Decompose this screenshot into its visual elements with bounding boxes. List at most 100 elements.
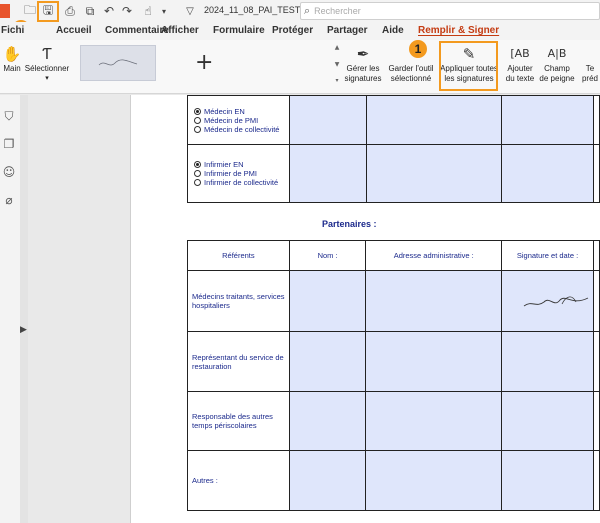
menu-partager[interactable]: Partager: [327, 25, 368, 36]
attachment-icon[interactable]: ⌀: [2, 193, 16, 207]
menu-commentaire[interactable]: Commentaire: [105, 25, 169, 36]
menu-accueil[interactable]: Accueil: [56, 25, 92, 36]
comb-field-button[interactable]: A|B Champ de peigne: [537, 44, 577, 84]
predefined-text-button[interactable]: Te préd: [580, 44, 600, 84]
form-field-adresse[interactable]: [365, 331, 503, 392]
expand-panel-icon[interactable]: ▶: [20, 325, 27, 335]
signature-scroller[interactable]: ▲ ▼ ▾: [333, 44, 341, 84]
menu-remplir-signer[interactable]: Remplir & Signer: [418, 25, 499, 36]
select-tool-button[interactable]: Ƭ Sélectionner ▾: [24, 44, 70, 84]
form-field-nom[interactable]: [288, 144, 367, 203]
form-field-nom[interactable]: [288, 95, 367, 145]
form-field-adresse[interactable]: [365, 270, 503, 332]
table-header-row: Référents Nom : Adresse administrative :…: [187, 240, 600, 271]
form-field-adresse[interactable]: [365, 95, 503, 145]
table-cell-edge: [592, 95, 600, 145]
form-field-signature[interactable]: [501, 391, 594, 451]
predefined-text-icon: [588, 44, 593, 64]
column-header: Référents: [187, 240, 290, 271]
radio-option[interactable]: Médecin EN: [194, 107, 283, 116]
saved-signature-thumbnail[interactable]: [80, 45, 156, 81]
menu-formulaire[interactable]: Formulaire: [213, 25, 265, 36]
form-field-signature[interactable]: [501, 95, 594, 145]
form-field-adresse[interactable]: [365, 450, 503, 511]
radio-label: Infirmier EN: [204, 160, 244, 169]
form-field-nom[interactable]: [288, 450, 367, 511]
keep-tool-label-1: Garder l'outil: [388, 64, 434, 73]
radio-option[interactable]: Infirmier de collectivité: [194, 178, 283, 187]
signature-scribble-icon: [98, 59, 138, 66]
form-field-signature[interactable]: [501, 144, 594, 203]
redo-icon[interactable]: ↷: [119, 3, 135, 19]
search-input[interactable]: [314, 6, 515, 16]
table-row: Infirmier EN Infirmier de PMI Infirmier …: [187, 144, 600, 203]
menu-proteger[interactable]: Protéger: [272, 25, 313, 36]
table-cell-edge: [593, 331, 600, 392]
menu-bar: Fichi Accueil Commentaire Afficher Formu…: [0, 22, 600, 40]
partners-heading: Partenaires :: [322, 219, 377, 229]
radio-option[interactable]: Médecin de PMI: [194, 116, 283, 125]
pages-icon[interactable]: ❐: [2, 137, 16, 151]
table-cell-edge: [593, 270, 600, 332]
radio-option[interactable]: Infirmier de PMI: [194, 169, 283, 178]
title-bar: 🗀 🖫 ⎙ ⧉ ↶ ↷ ☝ ▾ ▽ 2024_11_08_PAI_TESTSIG…: [0, 0, 600, 22]
form-field-nom[interactable]: [288, 331, 367, 392]
form-field-nom[interactable]: [288, 270, 367, 332]
copy-icon[interactable]: ⧉: [82, 3, 98, 19]
add-signature-button[interactable]: +: [195, 50, 213, 75]
predefined-label-2: préd: [581, 74, 598, 83]
radio-unchecked-icon: [194, 125, 201, 133]
table-cell-edge: [593, 240, 600, 271]
partners-table: Référents Nom : Adresse administrative :…: [187, 240, 600, 511]
form-field-signature[interactable]: [501, 450, 594, 511]
panel-splitter[interactable]: [20, 95, 28, 523]
radio-label: Infirmier de PMI: [204, 169, 257, 178]
search-box[interactable]: ⌕: [300, 2, 600, 20]
print-icon[interactable]: ⎙: [62, 3, 78, 19]
undo-icon[interactable]: ↶: [101, 3, 117, 19]
radio-label: Médecin de PMI: [204, 115, 259, 125]
form-field-nom[interactable]: [288, 391, 367, 451]
row-label: Autres :: [187, 450, 290, 511]
scroll-up-icon[interactable]: ▲: [335, 44, 340, 51]
radio-option[interactable]: Infirmier EN: [194, 160, 283, 169]
menu-aide[interactable]: Aide: [382, 25, 404, 36]
hand-icon: ✋: [2, 45, 22, 63]
row-label: Responsable des autres temps périscolair…: [187, 391, 290, 451]
column-header: Adresse administrative :: [365, 240, 503, 271]
manage-signature-icon: ✒: [356, 45, 370, 63]
pointer-dropdown-icon[interactable]: ▾: [156, 3, 172, 19]
table-cell-edge: [593, 391, 600, 451]
left-navigation-panel: ⛉ ❐ ☺ ⌀: [0, 95, 20, 523]
row-label: Représentant du service de restauration: [187, 331, 290, 392]
manage-signatures-button[interactable]: ✒ Gérer les signatures: [342, 44, 384, 84]
radio-label: Médecin EN: [204, 106, 245, 116]
form-field-adresse[interactable]: [365, 144, 503, 203]
form-field-signature[interactable]: [501, 270, 594, 332]
comb-field-label-2: de peigne: [539, 74, 575, 83]
quick-access-dropdown-icon[interactable]: ▽: [182, 3, 198, 19]
radio-group-medecin: Médecin EN Médecin de PMI Médecin de col…: [187, 95, 290, 145]
radio-label: Infirmier de collectivité: [204, 178, 279, 187]
form-field-signature[interactable]: [501, 331, 594, 392]
add-text-button[interactable]: [AB Ajouter du texte: [503, 44, 537, 84]
menu-fichier[interactable]: Fichi: [1, 25, 24, 36]
scroll-down-icon[interactable]: ▼: [335, 61, 340, 68]
manage-signatures-label-2: signatures: [344, 74, 382, 83]
menu-afficher[interactable]: Afficher: [161, 25, 199, 36]
open-icon[interactable]: 🗀: [22, 3, 38, 19]
hand-tool-button[interactable]: ✋ Main: [0, 44, 24, 74]
add-text-label-1: Ajouter: [507, 64, 533, 73]
form-field-adresse[interactable]: [365, 391, 503, 451]
scroll-more-icon[interactable]: ▾: [335, 77, 338, 84]
radio-label: Médecin de collectivité: [204, 124, 280, 134]
pointer-icon[interactable]: ☝: [140, 3, 156, 19]
apply-all-highlight-box: [439, 41, 498, 91]
bookmark-icon[interactable]: ⛉: [2, 109, 16, 123]
comments-icon[interactable]: ☺: [2, 165, 16, 179]
medical-staff-table: Médecin EN Médecin de PMI Médecin de col…: [187, 95, 600, 203]
select-dropdown-icon: ▾: [45, 75, 49, 82]
radio-group-infirmier: Infirmier EN Infirmier de PMI Infirmier …: [187, 144, 290, 203]
radio-option[interactable]: Médecin de collectivité: [194, 125, 283, 134]
ribbon-toolbar: ✋ Main Ƭ Sélectionner ▾ + ▲ ▼ ▾ ✒ Gérer …: [0, 40, 600, 94]
